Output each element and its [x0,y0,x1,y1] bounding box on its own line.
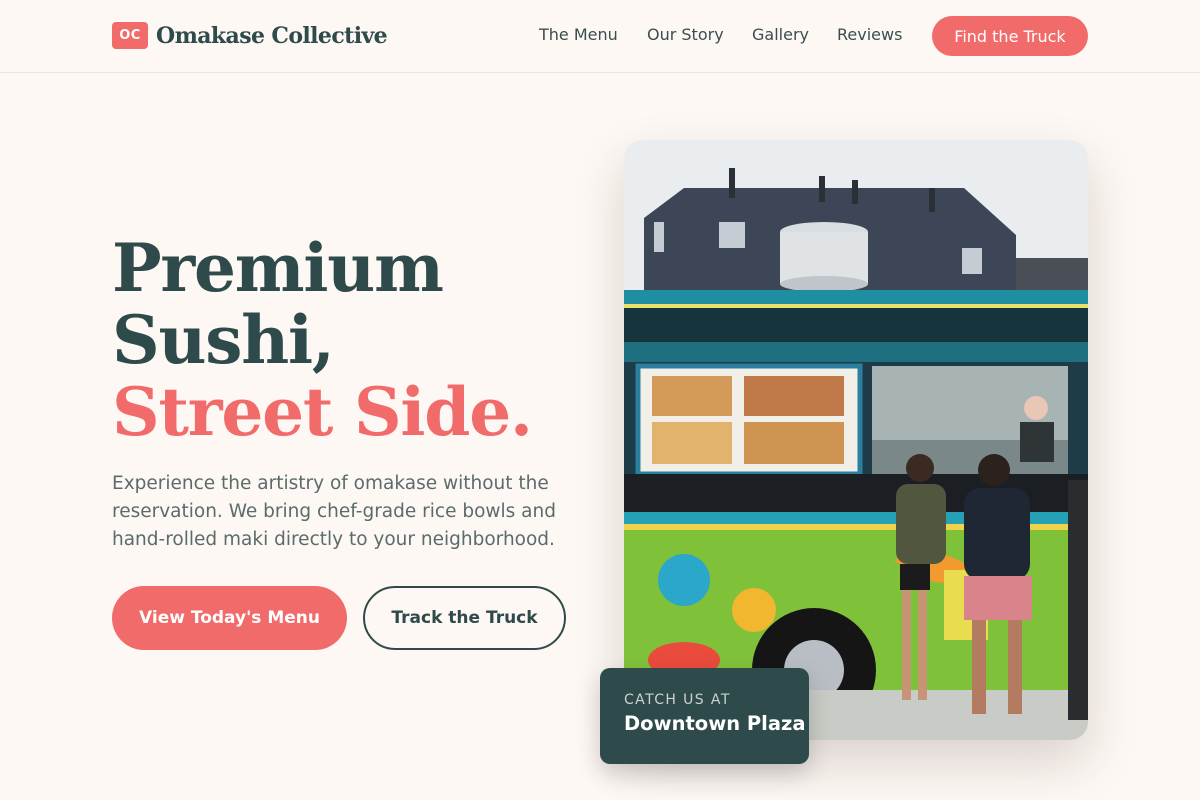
nav-link-gallery[interactable]: Gallery [752,25,809,44]
nav-link-our-story[interactable]: Our Story [647,25,724,44]
hero-title-line3: Street Side. [112,373,533,451]
view-menu-button[interactable]: View Today's Menu [112,586,347,650]
hero-title: Premium Sushi, Street Side. [112,229,533,451]
nav-link-menu[interactable]: The Menu [539,25,618,44]
hero-title-line2: Sushi, [112,301,335,379]
location-place: Downtown Plaza [624,712,806,735]
brand-logo[interactable]: OC Omakase Collective [112,22,388,49]
track-truck-button[interactable]: Track the Truck [363,586,566,650]
hero-description: Experience the artistry of omakase witho… [112,473,556,550]
find-truck-button[interactable]: Find the Truck [932,16,1088,56]
brand-name: Omakase Collective [156,22,388,49]
site-header: OC Omakase Collective The Menu Our Story… [0,0,1200,73]
food-truck-photo [624,140,1088,740]
food-truck-illustration [624,140,1088,740]
location-label: CATCH US AT [624,692,731,708]
logo-mark: OC [112,22,148,49]
location-card: CATCH US AT Downtown Plaza [600,668,809,764]
nav-link-reviews[interactable]: Reviews [837,25,902,44]
hero-title-line1: Premium [112,229,444,307]
